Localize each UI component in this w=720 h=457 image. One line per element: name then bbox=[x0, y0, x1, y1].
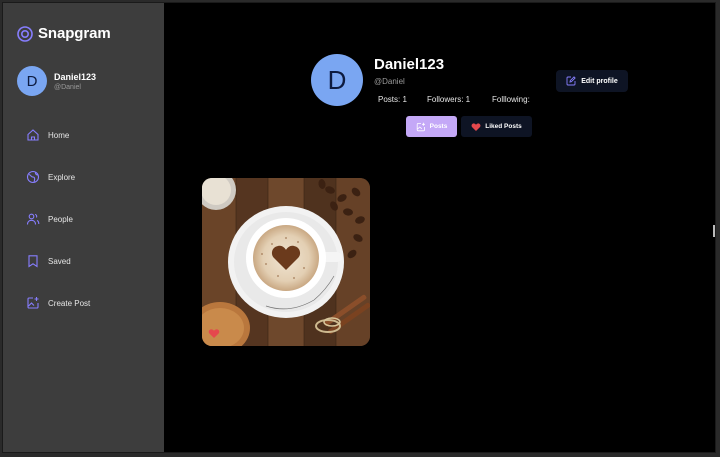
home-icon bbox=[27, 129, 39, 141]
profile-main: D Daniel123 @Daniel Posts: 1 Followers: … bbox=[164, 3, 715, 452]
edit-profile-button[interactable]: Edit profile bbox=[556, 70, 628, 92]
edit-profile-label: Edit profile bbox=[581, 77, 618, 85]
posts-count: Posts: 1 bbox=[378, 95, 407, 104]
sidebar-item-people[interactable]: People bbox=[17, 198, 164, 240]
profile-name: Daniel123 bbox=[374, 56, 445, 73]
sidebar-item-label: Saved bbox=[48, 256, 71, 266]
sidebar-item-home[interactable]: Home bbox=[17, 114, 164, 156]
sidebar-item-label: Explore bbox=[48, 172, 76, 182]
sidebar-item-label: People bbox=[48, 214, 73, 224]
sidebar-user-handle: @Daniel bbox=[54, 83, 81, 91]
post-card[interactable] bbox=[202, 178, 370, 346]
edit-icon bbox=[566, 76, 576, 86]
posts-icon bbox=[416, 122, 425, 131]
sidebar-item-saved[interactable]: Saved bbox=[17, 240, 164, 282]
post-image-coffee bbox=[202, 178, 370, 346]
sidebar-user[interactable]: D Daniel123 @Daniel bbox=[17, 66, 164, 96]
sidebar: Snapgram D Daniel123 @Daniel Home Explor… bbox=[3, 3, 164, 452]
scrollbar-handle[interactable] bbox=[713, 225, 715, 237]
sidebar-nav: Home Explore People Saved Create Post bbox=[17, 114, 164, 324]
heart-icon bbox=[471, 122, 481, 131]
avatar: D bbox=[17, 66, 47, 96]
sidebar-user-name: Daniel123 bbox=[54, 71, 97, 82]
snapgram-logo-icon bbox=[17, 25, 33, 42]
profile-handle: @Daniel bbox=[374, 77, 405, 86]
tab-posts[interactable]: Posts bbox=[406, 116, 457, 137]
sidebar-item-explore[interactable]: Explore bbox=[17, 156, 164, 198]
tab-liked-label: Liked Posts bbox=[485, 123, 522, 130]
brand-logo[interactable]: Snapgram bbox=[17, 25, 164, 42]
sidebar-item-create-post[interactable]: Create Post bbox=[17, 282, 164, 324]
globe-icon bbox=[26, 170, 40, 184]
create-post-icon bbox=[27, 297, 39, 309]
sidebar-item-label: Home bbox=[48, 130, 70, 140]
following-count: Folllowing: bbox=[492, 95, 530, 104]
followers-count: Followers: 1 bbox=[427, 95, 471, 104]
sidebar-item-label: Create Post bbox=[48, 298, 91, 308]
tab-posts-label: Posts bbox=[429, 123, 448, 130]
profile-stats: Posts: 1 Followers: 1 Folllowing: bbox=[378, 95, 530, 104]
profile-avatar: D bbox=[311, 54, 363, 106]
app-window: Snapgram D Daniel123 @Daniel Home Explor… bbox=[2, 2, 716, 453]
profile-tabs: Posts Liked Posts bbox=[406, 116, 532, 137]
people-icon bbox=[26, 213, 40, 225]
bookmark-icon bbox=[28, 255, 38, 268]
brand-name: Snapgram bbox=[38, 25, 111, 42]
tab-liked-posts[interactable]: Liked Posts bbox=[461, 116, 532, 137]
